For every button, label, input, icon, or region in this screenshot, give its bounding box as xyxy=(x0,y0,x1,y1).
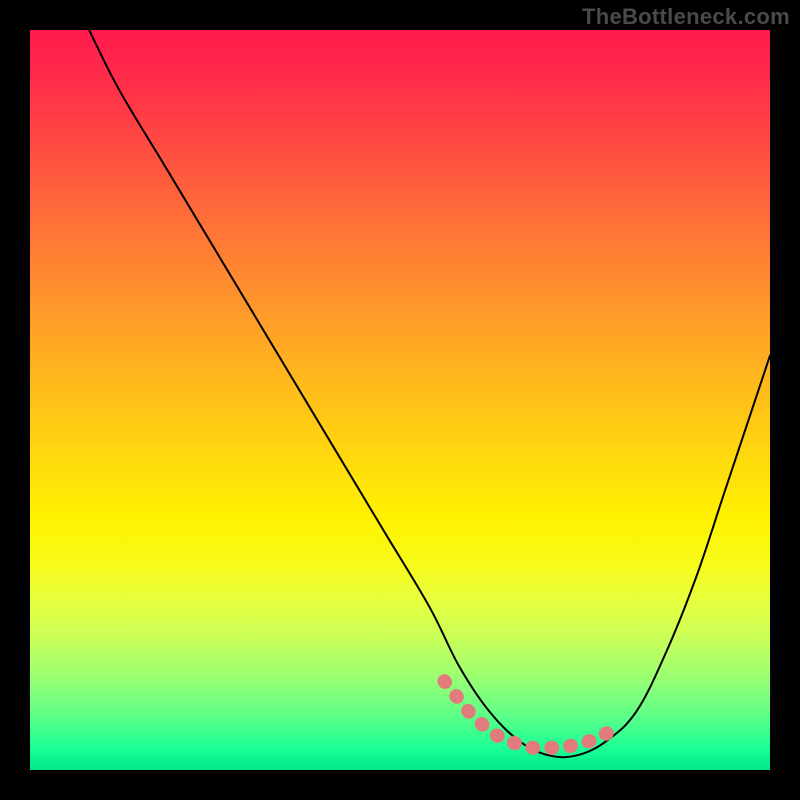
bottleneck-curve-line xyxy=(89,30,770,757)
chart-overlay-svg xyxy=(30,30,770,770)
plot-gradient-area xyxy=(30,30,770,770)
watermark-text: TheBottleneck.com xyxy=(582,4,790,30)
optimal-highlight-dots xyxy=(444,681,622,748)
chart-frame: TheBottleneck.com xyxy=(0,0,800,800)
